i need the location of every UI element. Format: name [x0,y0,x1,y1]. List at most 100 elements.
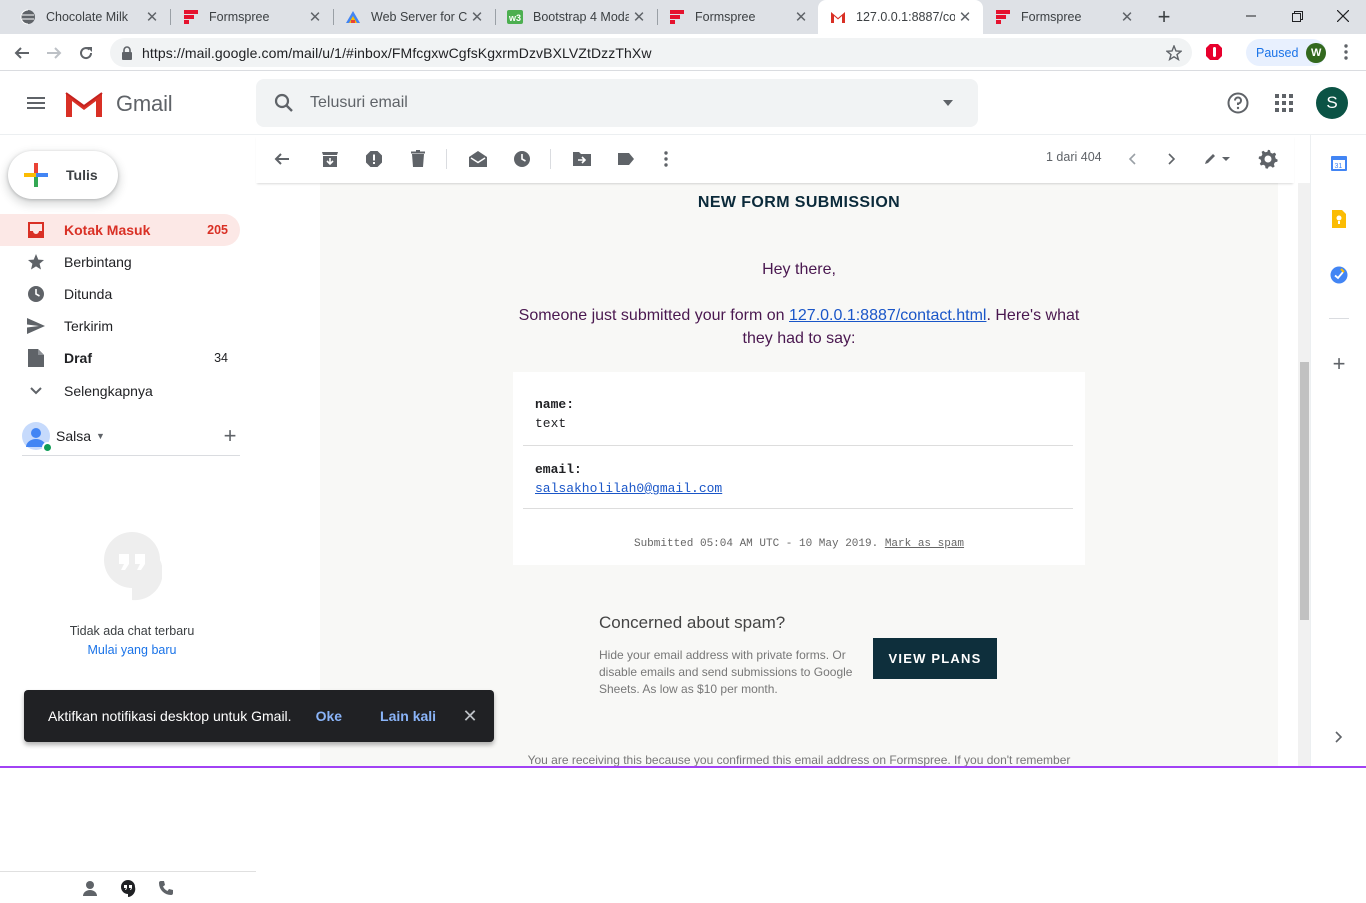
online-status-dot [42,441,53,453]
email-address-link[interactable]: salsakholilah0@gmail.com [535,481,722,496]
close-tab-icon[interactable]: ✕ [1117,7,1137,27]
move-to-icon[interactable] [570,147,594,171]
gmail-icon [830,9,846,25]
tasks-icon[interactable] [1329,265,1349,285]
close-tab-icon[interactable]: ✕ [467,7,487,27]
scrollbar-thumb[interactable] [1300,362,1309,620]
browser-tab[interactable]: Formspree ✕ [975,0,1145,34]
input-tools-pencil-icon[interactable] [1200,147,1234,171]
browser-menu-icon[interactable] [1336,42,1356,62]
expand-panel-chevron-icon[interactable] [1329,727,1349,747]
newer-chevron-icon[interactable] [1120,147,1144,171]
spam-description: Hide your email address with private for… [599,648,853,696]
tab-title: Web Server for Ch [371,10,467,24]
close-tab-icon[interactable]: ✕ [629,7,649,27]
nav-label: Berbintang [64,254,132,270]
close-icon[interactable]: ✕ [460,706,480,726]
phone-icon[interactable] [157,879,175,897]
search-options-dropdown-icon[interactable] [936,91,960,115]
calendar-icon[interactable]: 31 [1329,153,1349,173]
intro-text-before: Someone just submitted your form on [518,307,789,324]
nav-item-starred[interactable]: Berbintang [0,246,240,278]
submission-field: email: salsakholilah0@gmail.com [523,446,1073,509]
email-footer-note: You are receiving this because you confi… [527,753,1071,767]
snooze-icon[interactable] [510,147,534,171]
caret-down-icon[interactable]: ▼ [96,431,105,441]
settings-gear-icon[interactable] [1256,147,1280,171]
toast-ok-button[interactable]: Oke [316,708,342,724]
close-tab-icon[interactable]: ✕ [791,7,811,27]
mark-as-spam-link[interactable]: Mark as spam [885,538,964,550]
delete-icon[interactable] [406,147,430,171]
keep-icon[interactable] [1329,209,1349,229]
adblock-extension-icon[interactable] [1204,42,1224,62]
hangouts-user-row[interactable]: Salsa ▼ + [22,416,240,456]
nav-item-drafts[interactable]: Draf 34 [0,342,240,374]
browser-tab-strip: Chocolate Milk ✕ Formspree ✕ Web Server … [0,0,1366,34]
back-arrow-icon[interactable] [9,40,35,66]
form-page-link[interactable]: 127.0.0.1:8887/contact.html [789,307,986,324]
new-tab-button[interactable]: + [1152,4,1176,29]
profile-paused-button[interactable]: Paused W [1246,39,1326,66]
search-icon[interactable] [272,91,296,115]
gmail-logo[interactable]: Gmail [64,89,173,119]
restore-button[interactable] [1274,0,1320,32]
nav-item-sent[interactable]: Terkirim [0,310,240,342]
reload-icon[interactable] [73,40,99,66]
archive-icon[interactable] [318,147,342,171]
field-key: name: [535,397,575,412]
contacts-icon[interactable] [81,879,99,897]
nav-label: Kotak Masuk [64,222,151,238]
clock-icon [26,284,46,304]
hangouts-avatar [22,421,53,453]
main-menu-icon[interactable] [20,87,52,119]
nav-item-inbox[interactable]: Kotak Masuk 205 [0,214,240,246]
bookmark-star-icon[interactable] [1164,43,1184,63]
forward-arrow-icon[interactable] [41,40,67,66]
paused-label: Paused [1256,45,1299,60]
add-contact-icon[interactable]: + [220,423,240,448]
apps-grid-icon[interactable] [1268,87,1300,119]
start-new-chat-link[interactable]: Mulai yang baru [0,643,264,657]
email-intro: Someone just submitted your form on 127.… [505,304,1093,350]
browser-tab[interactable]: Formspree ✕ [163,0,333,34]
search-mail-bar[interactable]: Telusuri email [256,79,978,127]
browser-tab[interactable]: Chocolate Milk ✕ [0,0,170,34]
close-tab-icon[interactable]: ✕ [142,7,162,27]
minimize-button[interactable] [1228,0,1274,32]
chrome-app-icon [345,9,361,25]
send-icon [26,316,46,336]
tab-title: 127.0.0.1:8887/co [856,10,955,24]
browser-tab-active[interactable]: 127.0.0.1:8887/co ✕ [818,0,983,34]
browser-tab[interactable]: Web Server for Ch ✕ [325,0,495,34]
browser-tab[interactable]: w3 Bootstrap 4 Moda ✕ [487,0,657,34]
nav-item-snoozed[interactable]: Ditunda [0,278,240,310]
submitted-timestamp: Submitted 05:04 AM UTC - 10 May 2019. [633,538,885,550]
toast-later-button[interactable]: Lain kali [380,708,436,724]
compose-label: Tulis [66,167,98,183]
gmail-wordmark: Gmail [116,91,173,116]
get-addons-plus-icon[interactable]: + [1329,351,1349,376]
browser-tab[interactable]: Formspree ✕ [649,0,819,34]
close-tab-icon[interactable]: ✕ [955,7,975,27]
account-avatar[interactable]: S [1316,87,1348,119]
view-plans-button[interactable]: VIEW PLANS [873,638,997,679]
label-icon[interactable] [614,147,638,171]
report-spam-icon[interactable] [362,147,386,171]
mark-unread-icon[interactable] [466,147,490,171]
help-icon[interactable] [1222,87,1254,119]
more-options-icon[interactable] [654,147,678,171]
older-chevron-icon[interactable] [1160,147,1184,171]
hangouts-chat-icon[interactable] [119,879,137,897]
formspree-icon [669,9,685,25]
back-to-inbox-icon[interactable] [270,147,294,171]
tab-title: Bootstrap 4 Moda [533,10,629,24]
close-window-button[interactable] [1320,0,1366,32]
message-toolbar: 1 dari 404 [256,135,1294,183]
profile-avatar: W [1306,42,1326,63]
compose-button[interactable]: Tulis [8,151,118,199]
nav-item-more[interactable]: Selengkapnya [0,375,240,407]
address-bar[interactable]: https://mail.google.com/mail/u/1/#inbox/… [110,38,1192,67]
close-tab-icon[interactable]: ✕ [305,7,325,27]
svg-text:31: 31 [1335,163,1343,170]
